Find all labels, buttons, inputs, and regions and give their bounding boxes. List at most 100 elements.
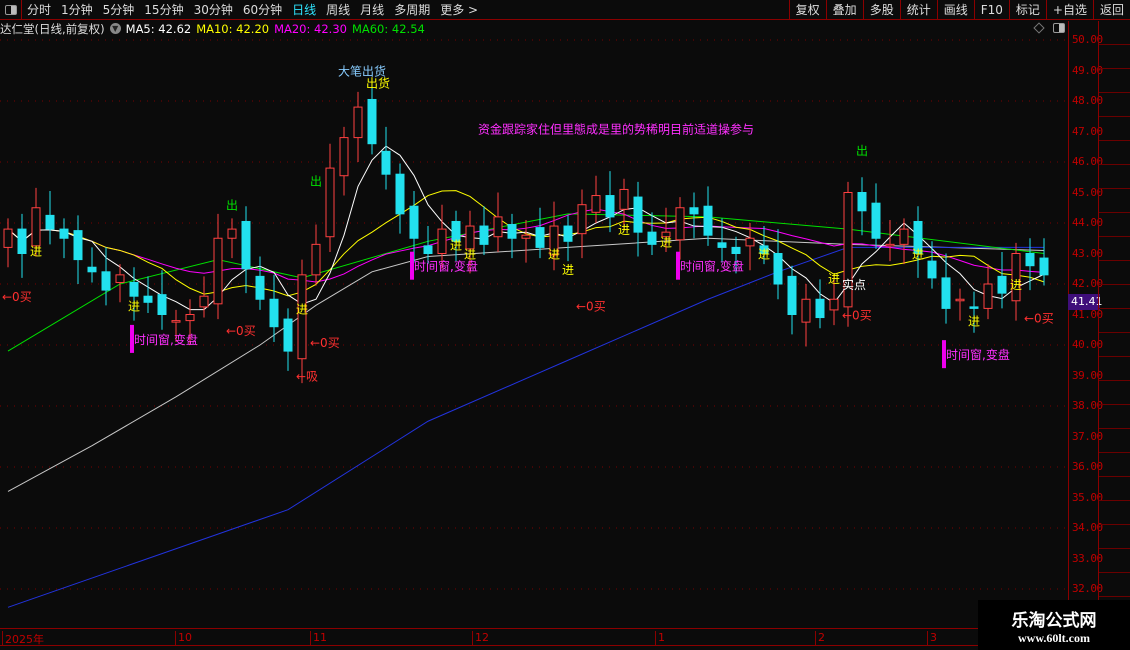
chart-annotation: ←0买 (576, 299, 606, 313)
candle-up (955, 298, 965, 302)
candle-up (493, 216, 503, 238)
candle-down (59, 228, 69, 239)
chart-annotation: 出 (856, 144, 868, 158)
side-panel-cell[interactable] (1099, 141, 1130, 165)
candle-up (31, 207, 41, 247)
candle-down (1039, 257, 1049, 276)
candle-down (633, 196, 643, 233)
side-panel-cell[interactable] (1099, 429, 1130, 453)
candle-up (311, 243, 321, 276)
candle-down (423, 245, 433, 254)
side-panel-cell[interactable] (1099, 21, 1130, 45)
side-panel-cell[interactable] (1099, 117, 1130, 141)
watermark-logo: 乐淘公式网 www.60lt.com (978, 600, 1130, 650)
candle-up (213, 237, 223, 305)
candle-down (143, 295, 153, 303)
candle-down (717, 242, 727, 248)
chart-annotation: 进 (618, 223, 630, 237)
candle-down (605, 195, 615, 218)
chart-annotation: 实点 (842, 277, 866, 292)
candle-down (17, 228, 27, 255)
candle-down (283, 318, 293, 352)
chart-annotation: 出 (226, 199, 238, 213)
side-panel-cell[interactable] (1099, 453, 1130, 477)
candle-up (801, 298, 811, 323)
candle-down (269, 298, 279, 328)
candle-down (773, 253, 783, 285)
side-panel-cell[interactable] (1099, 189, 1130, 213)
candle-down (969, 306, 979, 309)
side-panel-cell[interactable] (1099, 525, 1130, 549)
candle-up (465, 225, 475, 250)
date-label: 11 (310, 631, 327, 645)
side-panel-cell[interactable] (1099, 45, 1130, 69)
candle-down (255, 275, 265, 300)
side-panel-cell[interactable] (1099, 261, 1130, 285)
chart-annotation: ←吸 (296, 370, 318, 384)
chart-annotation: 进 (828, 272, 840, 286)
chart-annotation: 进 (30, 244, 42, 258)
side-panel-cell[interactable] (1099, 69, 1130, 93)
date-label: 2 (815, 631, 825, 645)
watermark-title: 乐淘公式网 (1011, 611, 1097, 631)
chart-annotation: 进 (128, 299, 140, 313)
long_white-line (7, 237, 1045, 492)
date-label: 10 (175, 631, 192, 645)
side-panel-cell[interactable] (1099, 501, 1130, 525)
date-label: 12 (472, 631, 489, 645)
candle-up (619, 188, 629, 210)
side-panel-cell[interactable] (1099, 93, 1130, 117)
side-panel-cell[interactable] (1099, 237, 1130, 261)
side-panel-cell[interactable] (1099, 165, 1130, 189)
chart-annotation: ←0买 (226, 324, 256, 338)
chart-annotation: 进 (1010, 278, 1022, 292)
side-panel-cell[interactable] (1099, 285, 1130, 309)
chart-annotation: 进 (296, 302, 308, 316)
candle-down (45, 214, 55, 230)
date-label: 1 (655, 631, 665, 645)
current-price-tag: 41.41 (1068, 293, 1103, 310)
toolbar-button[interactable]: 返回 (1092, 0, 1130, 20)
side-panel-cell[interactable] (1099, 213, 1130, 237)
side-panel-cell[interactable] (1099, 357, 1130, 381)
side-panel-cell[interactable] (1099, 477, 1130, 501)
candle-down (941, 277, 951, 309)
candle-down (101, 271, 111, 291)
side-panel-cell[interactable] (1099, 573, 1130, 597)
chart-annotation: 出货 (366, 76, 390, 91)
candle-down (703, 205, 713, 236)
candle-down (563, 225, 573, 242)
watermark-url: www.60lt.com (1018, 631, 1090, 645)
candle-up (577, 204, 587, 235)
chart-annotation: 进 (660, 235, 672, 249)
chart-annotation: 进 (912, 248, 924, 262)
chart-annotation: 进 (562, 263, 574, 277)
chart-annotation: 时间窗,变盘 (134, 332, 198, 347)
side-panel-cell[interactable] (1099, 549, 1130, 573)
candle-up (339, 137, 349, 177)
candle-down (479, 225, 489, 245)
candle-down (1025, 253, 1035, 267)
candle-up (745, 237, 755, 247)
candle-down (129, 281, 139, 297)
side-panel-cell[interactable] (1099, 333, 1130, 357)
candle-up (899, 228, 909, 245)
candlestick-chart[interactable]: 大笔出货出货出出出进进 进进进 进进进进进进进进进←0买←0买←0买←0买←0买 ←0… (0, 0, 1068, 628)
chart-annotation: ←0买 (310, 336, 340, 350)
chart-annotation: 进 (758, 248, 770, 262)
chart-annotation: 出 (310, 174, 322, 188)
candle-down (871, 202, 881, 239)
side-panel-cell[interactable] (1099, 309, 1130, 333)
date-label: 2025年 (2, 631, 44, 646)
date-label: 3 (927, 631, 937, 645)
candle-up (3, 228, 13, 248)
chart-annotation: 进 (968, 315, 980, 329)
candle-down (647, 231, 657, 245)
chart-annotation: ←0买 (842, 309, 872, 323)
candle-down (395, 173, 405, 215)
side-panel-cell[interactable] (1099, 405, 1130, 429)
candle-up (199, 295, 209, 308)
side-panel-cell[interactable] (1099, 381, 1130, 405)
candle-down (409, 205, 419, 239)
candle-down (241, 220, 251, 270)
